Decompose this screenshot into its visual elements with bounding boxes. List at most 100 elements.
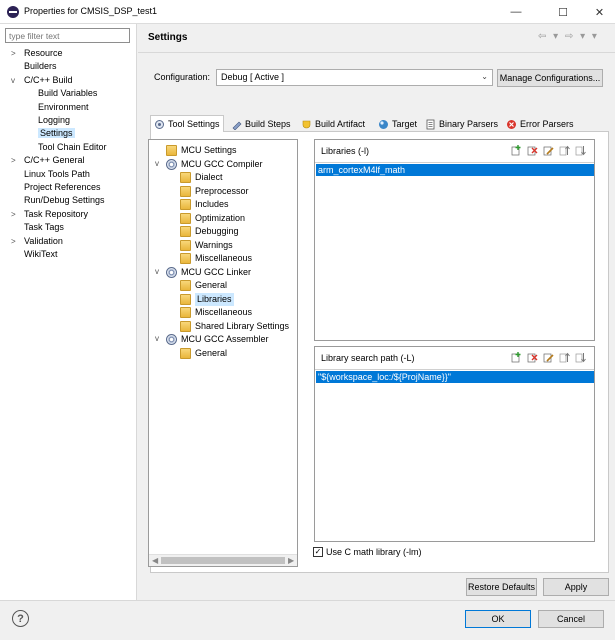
chevron-down-icon[interactable]: v [155,159,159,168]
title-divider [138,52,615,53]
chevron-down-icon[interactable]: v [155,267,159,276]
restore-defaults-button[interactable]: Restore Defaults [466,578,537,596]
tab-build-artifact[interactable]: Build Artifact [298,116,365,132]
tab-tool-settings[interactable]: Tool Settings [150,115,224,132]
library-search-path-divider [315,369,594,370]
chevron-down-icon[interactable]: v [155,334,159,343]
sidebar-item[interactable]: Linux Tools Path [24,168,90,181]
sidebar-item[interactable]: Build Variables [38,87,97,100]
chevron-right-icon[interactable]: > [11,47,16,60]
tree-item[interactable]: Miscellaneous [180,306,252,319]
sidebar-item[interactable]: Run/Debug Settings [24,194,105,207]
tree-item[interactable]: MCU GCC Assembler [166,333,269,346]
sidebar-item[interactable]: > Task Repository [11,208,89,221]
apply-button[interactable]: Apply [543,578,609,596]
tab-build-steps[interactable]: Build Steps [228,116,291,132]
settings-folder-icon [180,320,191,332]
chevron-down-icon[interactable]: v [11,74,15,87]
maximize-button[interactable]: ☐ [543,0,583,24]
tool-settings-icon [154,119,165,130]
filter-input[interactable] [5,28,130,43]
tree-item[interactable]: Includes [180,198,229,211]
settings-folder-icon [180,185,191,197]
tree-item[interactable]: General [180,279,227,292]
chevron-right-icon[interactable]: > [11,208,16,221]
sidebar-item[interactable]: v C/C++ Build [11,74,73,87]
delete-icon[interactable] [527,352,538,363]
sidebar-item-label: Tool Chain Editor [38,141,107,152]
tree-horizontal-scrollbar[interactable]: ◀ ▶ [149,554,297,566]
tree-item-label: Libraries [195,292,234,306]
checkbox-check-icon[interactable]: ✓ [313,547,323,557]
tab-error-parsers[interactable]: Error Parsers [503,116,574,132]
delete-icon[interactable] [527,145,538,156]
sidebar-item[interactable]: Project References [24,181,101,194]
sidebar-item[interactable]: Logging [38,114,70,127]
add-icon[interactable] [511,352,522,363]
help-icon[interactable]: ? [12,610,29,627]
tree-item-label: Includes [195,199,229,209]
sidebar-item[interactable]: WikiText [24,248,58,261]
tree-item[interactable]: Miscellaneous [180,252,252,265]
tree-item[interactable]: General [180,347,227,360]
back-forward-arrows[interactable]: ⇦ ▾ ⇨ ▾ ▾ [538,31,599,42]
build-steps-icon [231,119,242,130]
sidebar-item[interactable]: Builders [24,60,57,73]
eclipse-app-icon [7,6,19,18]
tree-item[interactable]: MCU GCC Linker [166,266,251,279]
move-down-icon[interactable] [575,352,586,363]
move-down-icon[interactable] [575,145,586,156]
tool-icon [166,158,177,170]
settings-folder-icon [180,199,191,210]
scrollbar-thumb[interactable] [161,557,285,564]
tree-item[interactable]: Shared Library Settings [180,320,289,333]
minimize-button[interactable]: — [496,0,536,24]
tree-item-label: Warnings [195,239,233,250]
cancel-button[interactable]: Cancel [538,610,604,628]
sidebar-item-label: Run/Debug Settings [24,195,105,206]
tab-target[interactable]: Target [375,116,417,132]
ok-button[interactable]: OK [465,610,531,628]
list-item[interactable]: "${workspace_loc:/${ProjName}}" [316,371,594,383]
scroll-left-icon[interactable]: ◀ [152,556,158,565]
tool-icon [166,266,177,278]
tree-item[interactable]: MCU GCC Compiler [166,158,263,171]
chevron-right-icon[interactable]: > [11,154,16,167]
sidebar-item[interactable]: > Resource [11,47,63,60]
settings-folder-icon [166,145,177,156]
sidebar-item[interactable]: Task Tags [24,221,64,234]
scroll-right-icon[interactable]: ▶ [288,556,294,565]
add-icon[interactable] [511,145,522,156]
sidebar-item[interactable]: Settings [38,127,75,140]
sidebar-item[interactable]: > Validation [11,235,63,248]
use-c-math-checkbox[interactable]: ✓ Use C math library (-lm) [313,547,422,557]
tree-item[interactable]: Optimization [180,212,245,225]
sidebar-item[interactable]: Environment [38,101,89,114]
settings-folder-icon [180,280,191,291]
edit-icon[interactable] [543,145,554,156]
tree-item[interactable]: Warnings [180,239,233,252]
tree-item-label: Dialect [195,172,223,182]
target-icon [378,119,389,130]
close-button[interactable]: ✕ [584,0,615,24]
sidebar-item-label: Task Repository [24,208,89,219]
sidebar-item[interactable]: > C/C++ General [11,154,85,167]
tab-binary-parsers[interactable]: Binary Parsers [422,116,498,132]
tree-item[interactable]: Preprocessor [180,185,249,198]
list-item[interactable]: arm_cortexM4lf_math [316,164,594,176]
configuration-select[interactable]: Debug [ Active ] ⌄ [216,69,493,86]
move-up-icon[interactable] [559,352,570,363]
manage-configurations-button[interactable]: Manage Configurations... [497,69,603,87]
tree-item[interactable]: Libraries [180,292,234,306]
move-up-icon[interactable] [559,145,570,156]
tree-item-label: MCU GCC Compiler [181,158,263,169]
sidebar-item-label: Environment [38,101,89,112]
tree-item[interactable]: MCU Settings [166,144,237,157]
chevron-right-icon[interactable]: > [11,235,16,248]
tree-item[interactable]: Dialect [180,171,223,184]
edit-icon[interactable] [543,352,554,363]
library-search-path-title: Library search path (-L) [321,353,415,363]
tree-item[interactable]: Debugging [180,225,239,238]
sidebar-item-label: WikiText [24,249,58,259]
sidebar-item[interactable]: Tool Chain Editor [38,141,107,154]
